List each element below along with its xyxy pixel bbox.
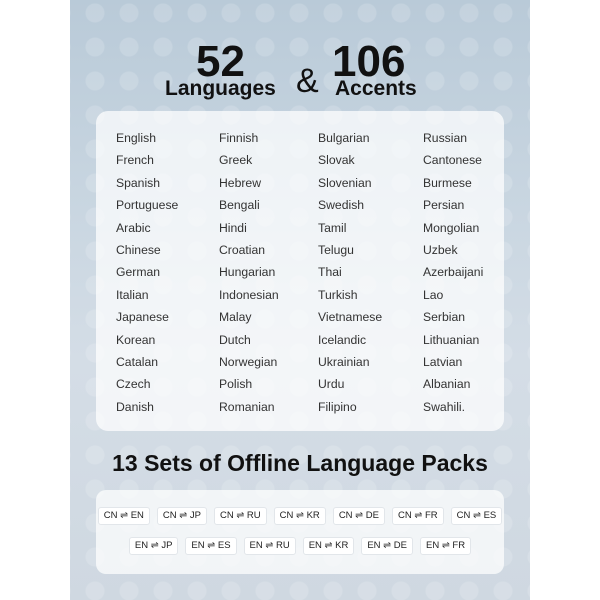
packs-title: 13 Sets of Offline Language Packs	[112, 450, 488, 476]
language-item: Italian	[116, 287, 149, 302]
language-pack-chip: EN ⇌ ES	[185, 537, 237, 555]
language-pack-chip: EN ⇌ DE	[361, 537, 413, 555]
language-item: Urdu	[318, 377, 345, 392]
language-item: Danish	[116, 399, 154, 414]
language-item: Thai	[318, 265, 342, 280]
language-item: Latvian	[423, 354, 463, 369]
language-item: Albanian	[423, 377, 471, 392]
language-pack-chip: CN ⇌ JP	[156, 507, 207, 525]
language-item: Slovak	[318, 153, 355, 168]
language-column-4: Russian Cantonese Burmese Persian Mongolian U…	[423, 127, 483, 418]
language-item: Romanian	[219, 399, 275, 414]
language-item: Ukrainian	[318, 354, 370, 369]
language-item: Norwegian	[219, 354, 278, 369]
language-item: Bulgarian	[318, 131, 370, 145]
packs-panel: CN ⇌ EN CN ⇌ JP CN ⇌ RU CN ⇌ KR CN ⇌ DE CN ⇌ …	[96, 490, 504, 574]
language-item: Burmese	[423, 175, 472, 190]
language-item: Chinese	[116, 242, 161, 257]
language-item: Hungarian	[219, 265, 276, 280]
language-item: Persian	[423, 198, 465, 213]
language-item: Hindi	[219, 220, 247, 235]
language-column-2: Finnish Greek Hebrew Bengali Hindi Croatian Hu…	[219, 127, 279, 418]
language-item: Cantonese	[423, 153, 482, 168]
languages-panel: English French Spanish Portuguese Arabic Chin…	[96, 111, 504, 431]
language-item: Russian	[423, 131, 468, 145]
language-item: Tamil	[318, 220, 347, 235]
language-item: Icelandic	[318, 332, 367, 347]
language-item: Serbian	[423, 310, 466, 325]
language-item: Catalan	[116, 354, 159, 369]
language-pack-chip: CN ⇌ EN	[97, 507, 150, 525]
language-pack-chip: EN ⇌ KR	[302, 537, 355, 555]
packs-row-2: EN ⇌ JP EN ⇌ ES EN ⇌ RU EN ⇌ KR EN ⇌ DE EN ⇌ …	[96, 537, 504, 555]
language-item: Mongolian	[423, 220, 480, 235]
language-item: Lithuanian	[423, 332, 480, 347]
language-item: Dutch	[219, 332, 251, 347]
headline: 52 Languages & 106 Accents	[70, 30, 530, 105]
language-pack-chip: EN ⇌ FR	[419, 537, 472, 555]
language-item: Czech	[116, 377, 151, 392]
language-item: Malay	[219, 310, 252, 325]
language-item: Japanese	[116, 310, 169, 325]
language-item: Vietnamese	[318, 310, 383, 325]
language-pack-chip: CN ⇌ DE	[332, 507, 385, 525]
language-pack-chip: CN ⇌ RU	[213, 507, 267, 525]
accents-label: Accents	[335, 77, 417, 100]
language-item: Hebrew	[219, 175, 261, 190]
language-item: Greek	[219, 153, 253, 168]
language-item: Lao	[423, 287, 444, 302]
language-pack-chip: CN ⇌ ES	[450, 507, 503, 525]
language-column-1: English French Spanish Portuguese Arabic Chin…	[116, 127, 178, 418]
language-pack-chip: EN ⇌ JP	[128, 537, 179, 555]
language-item: Croatian	[219, 242, 266, 257]
language-item: Indonesian	[219, 287, 279, 302]
language-item: Azerbaijani	[423, 265, 484, 280]
language-column-3: Bulgarian Slovak Slovenian Swedish Tamil Telu…	[318, 127, 382, 418]
language-item: Telugu	[318, 242, 354, 257]
language-item: Turkish	[318, 287, 358, 302]
language-item: Finnish	[219, 131, 259, 145]
language-item: Swedish	[318, 198, 365, 213]
language-item: French	[116, 153, 154, 168]
language-pack-chip: CN ⇌ KR	[273, 507, 326, 525]
language-item: Korean	[116, 332, 156, 347]
promo-card: 52 Languages & 106 Accents English French…	[70, 0, 530, 600]
language-item: Spanish	[116, 175, 161, 190]
language-pack-chip: CN ⇌ FR	[391, 507, 444, 525]
packs-row-1: CN ⇌ EN CN ⇌ JP CN ⇌ RU CN ⇌ KR CN ⇌ DE CN ⇌ …	[96, 507, 504, 525]
language-pack-chip: EN ⇌ RU	[243, 537, 296, 555]
language-item: Filipino	[318, 399, 357, 414]
language-item: Bengali	[219, 198, 260, 213]
language-item: Polish	[219, 377, 253, 392]
language-item: German	[116, 265, 161, 280]
language-item: Swahili.	[423, 399, 465, 414]
languages-label: Languages	[165, 77, 276, 100]
ampersand: &	[296, 62, 319, 100]
language-item: Arabic	[116, 220, 151, 235]
language-item: Uzbek	[423, 242, 458, 257]
language-item: Portuguese	[116, 198, 179, 213]
language-item: English	[116, 131, 156, 145]
language-item: Slovenian	[318, 175, 372, 190]
